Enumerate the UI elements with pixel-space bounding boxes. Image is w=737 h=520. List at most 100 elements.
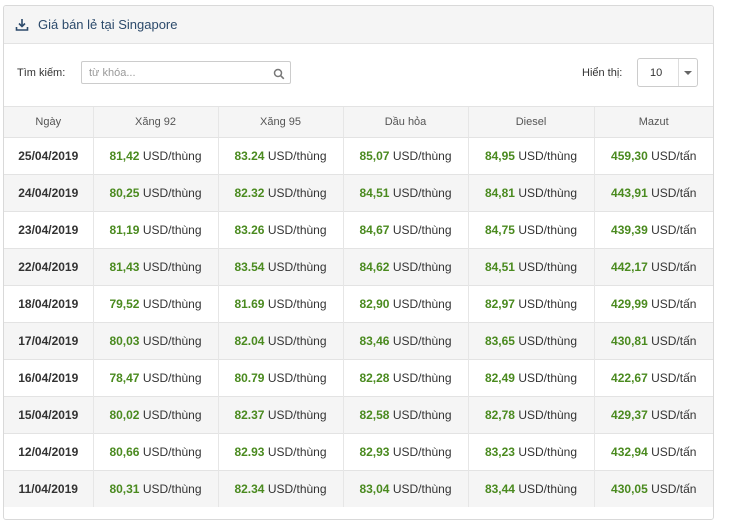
cell-xang95: 83.24 USD/thùng — [217, 137, 343, 175]
unit: USD/thùng — [518, 445, 578, 459]
table-row: 12/04/2019 80,66 USD/thùng 82.93 USD/thù… — [4, 433, 713, 471]
value: 432,94 — [611, 445, 648, 459]
unit: USD/thùng — [267, 334, 327, 348]
value: 80,66 — [109, 445, 140, 459]
value: 83,46 — [359, 334, 390, 348]
unit: USD/thùng — [142, 445, 202, 459]
value: 429,37 — [611, 408, 648, 422]
value: 80,25 — [109, 186, 140, 200]
column-header-xang92[interactable]: Xăng 92 — [92, 106, 218, 138]
cell-mazut: 430,05 USD/tấn — [593, 470, 713, 507]
unit: USD/tấn — [651, 334, 697, 348]
cell-diesel: 83,23 USD/thùng — [467, 433, 594, 471]
unit: USD/tấn — [651, 371, 697, 385]
search-box[interactable] — [81, 61, 291, 84]
unit: USD/thùng — [392, 260, 452, 274]
table-body: 25/04/2019 81,42 USD/thùng 83.24 USD/thù… — [4, 137, 713, 507]
panel-header: Giá bán lẻ tại Singapore — [4, 6, 713, 44]
cell-diesel: 84,75 USD/thùng — [467, 211, 594, 249]
unit: USD/thùng — [392, 297, 452, 311]
table-row: 15/04/2019 80,02 USD/thùng 82.37 USD/thù… — [4, 396, 713, 434]
value: 422,67 — [611, 371, 648, 385]
column-header-diesel[interactable]: Diesel — [467, 106, 594, 138]
page-size-value: 10 — [650, 66, 663, 79]
cell-date: 22/04/2019 — [4, 248, 93, 286]
table-row: 18/04/2019 79,52 USD/thùng 81.69 USD/thù… — [4, 285, 713, 323]
cell-dauhoa: 83,04 USD/thùng — [342, 470, 468, 507]
cell-xang92: 80,03 USD/thùng — [92, 322, 218, 360]
value: 81.69 — [234, 297, 265, 311]
value: 84,81 — [484, 186, 515, 200]
cell-diesel: 83,65 USD/thùng — [467, 322, 594, 360]
cell-xang92: 78,47 USD/thùng — [92, 359, 218, 397]
unit: USD/thùng — [142, 149, 202, 163]
unit: USD/thùng — [267, 149, 327, 163]
price-table: Ngày Xăng 92 Xăng 95 Dầu hỏa Diesel Mazu… — [4, 106, 713, 507]
value: 82,93 — [359, 445, 390, 459]
cell-diesel: 82,97 USD/thùng — [467, 285, 594, 323]
value: 82,78 — [484, 408, 515, 422]
column-header-xang95[interactable]: Xăng 95 — [217, 106, 343, 138]
cell-date: 24/04/2019 — [4, 174, 93, 212]
value: 84,67 — [359, 223, 390, 237]
page-size-select[interactable]: 10 — [637, 58, 698, 87]
cell-xang95: 82.34 USD/thùng — [217, 470, 343, 507]
value: 81,43 — [109, 260, 140, 274]
column-header-mazut[interactable]: Mazut — [593, 106, 713, 138]
unit: USD/thùng — [142, 408, 202, 422]
download-icon[interactable] — [15, 18, 29, 32]
value: 78,47 — [109, 371, 140, 385]
value: 83.54 — [234, 260, 265, 274]
cell-xang95: 82.04 USD/thùng — [217, 322, 343, 360]
unit: USD/tấn — [651, 149, 697, 163]
column-header-dauhoa[interactable]: Dầu hỏa — [342, 106, 468, 138]
cell-xang92: 80,31 USD/thùng — [92, 470, 218, 507]
value: 83,04 — [359, 482, 390, 496]
caret-down-icon[interactable] — [679, 70, 697, 76]
cell-date: 18/04/2019 — [4, 285, 93, 323]
unit: USD/thùng — [142, 334, 202, 348]
search-label: Tìm kiếm: — [17, 67, 66, 79]
cell-xang95: 83.54 USD/thùng — [217, 248, 343, 286]
cell-xang95: 80.79 USD/thùng — [217, 359, 343, 397]
unit: USD/thùng — [392, 334, 452, 348]
unit: USD/tấn — [651, 223, 697, 237]
cell-diesel: 84,95 USD/thùng — [467, 137, 594, 175]
cell-mazut: 439,39 USD/tấn — [593, 211, 713, 249]
value: 83.26 — [234, 223, 265, 237]
value: 82.37 — [234, 408, 265, 422]
unit: USD/tấn — [651, 482, 697, 496]
cell-xang95: 82.93 USD/thùng — [217, 433, 343, 471]
cell-xang92: 80,02 USD/thùng — [92, 396, 218, 434]
unit: USD/thùng — [142, 260, 202, 274]
value: 84,62 — [359, 260, 390, 274]
cell-dauhoa: 82,90 USD/thùng — [342, 285, 468, 323]
value: 85,07 — [359, 149, 390, 163]
cell-diesel: 83,44 USD/thùng — [467, 470, 594, 507]
table-row: 24/04/2019 80,25 USD/thùng 82.32 USD/thù… — [4, 174, 713, 212]
cell-mazut: 422,67 USD/tấn — [593, 359, 713, 397]
cell-xang92: 80,25 USD/thùng — [92, 174, 218, 212]
value: 83,44 — [484, 482, 515, 496]
unit: USD/tấn — [651, 186, 697, 200]
cell-xang92: 81,42 USD/thùng — [92, 137, 218, 175]
search-input[interactable] — [82, 62, 269, 83]
panel-title: Giá bán lẻ tại Singapore — [38, 17, 178, 32]
value: 81,42 — [109, 149, 140, 163]
value: 84,51 — [484, 260, 515, 274]
value: 82.93 — [234, 445, 265, 459]
cell-mazut: 442,17 USD/tấn — [593, 248, 713, 286]
unit: USD/thùng — [392, 149, 452, 163]
cell-xang95: 81.69 USD/thùng — [217, 285, 343, 323]
unit: USD/thùng — [267, 297, 327, 311]
cell-mazut: 459,30 USD/tấn — [593, 137, 713, 175]
cell-xang95: 82.32 USD/thùng — [217, 174, 343, 212]
table-row: 17/04/2019 80,03 USD/thùng 82.04 USD/thù… — [4, 322, 713, 360]
value: 82,58 — [359, 408, 390, 422]
cell-xang95: 83.26 USD/thùng — [217, 211, 343, 249]
column-header-date[interactable]: Ngày — [4, 106, 93, 138]
value: 80,31 — [109, 482, 140, 496]
cell-date: 23/04/2019 — [4, 211, 93, 249]
search-icon[interactable] — [273, 67, 285, 80]
value: 83,65 — [484, 334, 515, 348]
